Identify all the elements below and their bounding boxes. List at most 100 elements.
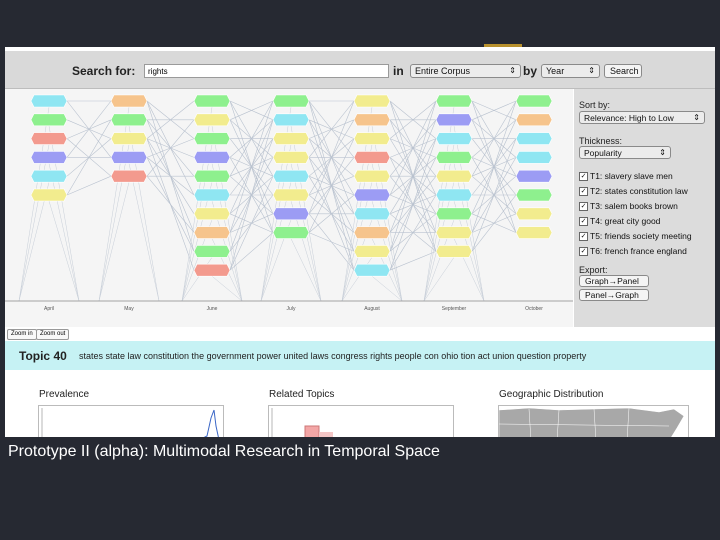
sort-select[interactable]: Relevance: High to Low ⇕ (579, 111, 705, 124)
topic-node[interactable] (272, 169, 310, 183)
topic-node[interactable] (193, 113, 231, 127)
flow-link (66, 175, 112, 196)
flow-link (181, 144, 213, 302)
us-map-shape (498, 407, 685, 437)
geographic-map[interactable] (498, 405, 689, 437)
topic-title: Topic 40 (19, 349, 67, 363)
topic-node[interactable] (435, 188, 473, 202)
topic-node[interactable] (110, 113, 148, 127)
topic-node[interactable] (353, 94, 391, 108)
topic-node[interactable] (435, 132, 473, 145)
topic-node[interactable] (435, 207, 473, 221)
topic-node[interactable] (353, 188, 391, 202)
flow-link (229, 176, 274, 271)
topic-checkbox-2[interactable]: ✓ T2: states constitution law (579, 186, 688, 197)
month-tick-label: June (207, 306, 218, 312)
topic-node[interactable] (515, 207, 553, 221)
topic-node[interactable] (193, 226, 231, 239)
flow-link (308, 232, 355, 252)
topic-node[interactable] (515, 94, 553, 108)
topic-node[interactable] (353, 245, 391, 258)
topic-node[interactable] (193, 188, 231, 202)
topic-detail-bar: Topic 40 states state law constitution t… (5, 341, 715, 370)
topic-node[interactable] (515, 188, 553, 202)
topic-node[interactable] (193, 94, 231, 108)
topic-node[interactable] (272, 207, 310, 221)
corpus-select[interactable]: Entire Corpus ⇕ (410, 64, 521, 78)
topic-node[interactable] (435, 226, 473, 239)
topic-node[interactable] (193, 245, 231, 258)
topic-node[interactable] (272, 188, 310, 202)
topic-node[interactable] (193, 151, 231, 164)
topic-node[interactable] (272, 94, 310, 108)
flow-link (423, 257, 455, 302)
topic-checkbox-6[interactable]: ✓ T6: french france england (579, 246, 687, 257)
geographic-distribution-heading: Geographic Distribution (499, 389, 604, 400)
related-topics-heading: Related Topics (269, 389, 335, 400)
flow-link (98, 144, 130, 302)
topic-node[interactable] (435, 94, 473, 108)
flow-link (146, 176, 195, 233)
topic-node[interactable] (353, 263, 391, 277)
by-select[interactable]: Year ⇕ (541, 64, 600, 78)
topic-node[interactable] (515, 151, 553, 164)
topic-checkbox-1[interactable]: ✓ T1: slavery slave men (579, 171, 673, 182)
topic-node[interactable] (353, 207, 391, 221)
topic-node[interactable] (272, 132, 310, 145)
panel-to-graph-button[interactable]: Panel→Graph (579, 289, 649, 301)
topic-node[interactable] (272, 226, 310, 239)
topic-node[interactable] (353, 226, 391, 239)
month-tick-label: July (287, 306, 296, 312)
topic-node[interactable] (110, 132, 148, 145)
topic-node[interactable] (353, 169, 391, 183)
topic-node[interactable] (30, 188, 68, 202)
topic-node[interactable] (515, 132, 553, 145)
topic-checkbox-4[interactable]: ✓ T4: great city good (579, 216, 660, 227)
topic-node[interactable] (353, 151, 391, 164)
topic-node[interactable] (515, 226, 553, 239)
flow-link (290, 238, 322, 302)
chevron-updown-icon: ⇕ (659, 148, 666, 157)
topic-node[interactable] (435, 245, 473, 258)
topic-node[interactable] (110, 151, 148, 164)
topic-node[interactable] (435, 169, 473, 183)
prevalence-chart[interactable] (38, 405, 224, 437)
graph-to-panel-button[interactable]: Graph→Panel (579, 275, 649, 287)
search-input[interactable]: rights (144, 64, 389, 78)
topic-node[interactable] (30, 94, 68, 108)
flow-link (260, 144, 292, 302)
topic-node[interactable] (272, 151, 310, 164)
topic-node[interactable] (30, 151, 68, 164)
topic-flow-graph[interactable]: April May June July August September October (5, 89, 573, 327)
thickness-select[interactable]: Popularity ⇕ (579, 146, 671, 159)
checkmark-icon: ✓ (579, 187, 588, 197)
search-button[interactable]: Search (604, 64, 642, 78)
related-topics-chart[interactable] (268, 405, 454, 437)
month-tick-label: October (525, 306, 543, 312)
chevron-updown-icon: ⇕ (509, 66, 516, 75)
topic-node[interactable] (515, 113, 553, 127)
checkmark-icon: ✓ (579, 247, 588, 257)
flow-link (48, 200, 80, 302)
topic-node[interactable] (30, 113, 68, 127)
topic-node[interactable] (110, 169, 148, 183)
topic-node[interactable] (515, 169, 553, 183)
topic-node[interactable] (435, 151, 473, 164)
topic-node[interactable] (193, 207, 231, 221)
zoom-in-button[interactable]: Zoom in (7, 329, 37, 340)
search-bar: Search for: rights in Entire Corpus ⇕ by… (5, 51, 715, 89)
topic-node[interactable] (30, 169, 68, 183)
sort-select-value: Relevance: High to Low (584, 113, 674, 123)
topic-node[interactable] (272, 113, 310, 127)
topic-node[interactable] (110, 94, 148, 108)
topic-node[interactable] (193, 263, 231, 277)
topic-node[interactable] (193, 132, 231, 145)
topic-checkbox-3[interactable]: ✓ T3: salem books brown (579, 201, 678, 212)
topic-node[interactable] (435, 113, 473, 127)
zoom-out-button[interactable]: Zoom out (36, 329, 70, 340)
topic-checkbox-5[interactable]: ✓ T5: friends society meeting (579, 231, 692, 242)
topic-node[interactable] (30, 132, 68, 145)
topic-node[interactable] (193, 169, 231, 183)
topic-node[interactable] (353, 113, 391, 127)
topic-node[interactable] (353, 132, 391, 145)
